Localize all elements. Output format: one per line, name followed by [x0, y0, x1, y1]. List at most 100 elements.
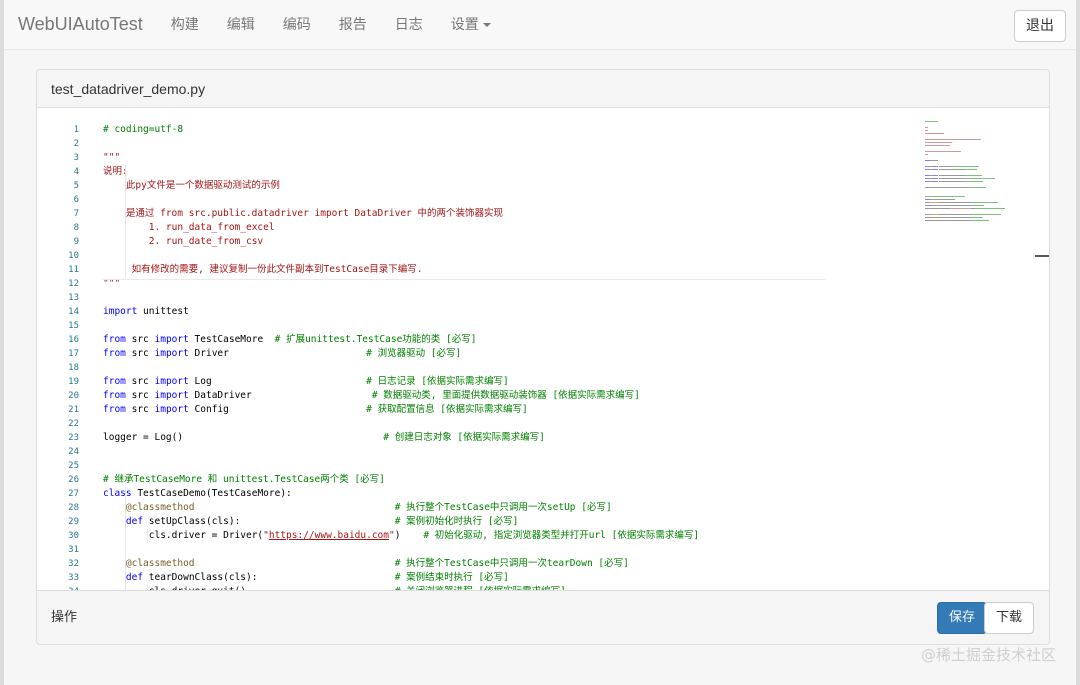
line-text: class TestCaseDemo(TestCaseMore):: [103, 487, 292, 501]
minimap-line: [930, 160, 939, 161]
code-token: 如有修改的需要, 建议复制一份此文件副本到TestCase目录下编写.: [103, 264, 423, 275]
nav-item-edit[interactable]: 编辑: [213, 0, 269, 50]
line-text: import unittest: [103, 305, 189, 319]
code-line[interactable]: 27 class TestCaseDemo(TestCaseMore):: [37, 487, 937, 501]
nav-item-settings[interactable]: 设置: [437, 0, 505, 50]
minimap-line: [928, 214, 940, 215]
code-line[interactable]: 29 def setUpClass(cls): # 案例初始化时执行 [必写]: [37, 515, 937, 529]
minimap-line: [970, 205, 985, 206]
minimap-line: [970, 214, 1001, 215]
nav-item-code[interactable]: 编码: [269, 0, 325, 50]
editor-minimap[interactable]: [925, 121, 1035, 241]
minimap-line: [952, 166, 979, 167]
line-number: 18: [68, 363, 79, 373]
code-line[interactable]: 3 """: [37, 151, 937, 165]
code-token: class: [103, 488, 132, 499]
code-line[interactable]: 24: [37, 445, 937, 459]
code-line[interactable]: 9 2. run_date_from_csv: [37, 235, 937, 249]
code-line[interactable]: 32 @classmethod # 执行整个TestCase中只调用一次tear…: [37, 557, 937, 571]
code-lines[interactable]: 1 # coding=utf-8 2 3 """ 4 说明: 5 此py文件是一个数据驱动测试…: [37, 123, 937, 592]
code-line[interactable]: 14 import unittest: [37, 305, 937, 319]
code-token: TestCaseMore: [188, 334, 275, 345]
code-editor[interactable]: 1 # coding=utf-8 2 3 """ 4 说明: 5 此py文件是一个数据驱动测试…: [37, 109, 1049, 592]
code-token: # 初始化驱动, 指定浏览器类型并打开url [依据实际需求编写]: [423, 530, 700, 541]
line-number: 15: [68, 321, 79, 331]
code-line[interactable]: 18: [37, 361, 937, 375]
code-line[interactable]: 2: [37, 137, 937, 151]
indent-guide: [125, 487, 126, 592]
minimap-line: [925, 151, 961, 152]
minimap-line: [938, 178, 968, 179]
minimap-line: [966, 169, 978, 170]
code-line[interactable]: 33 def tearDownClass(cls): # 案例结束时执行 [必写…: [37, 571, 937, 585]
code-line[interactable]: 6: [37, 193, 937, 207]
line-number: 3: [73, 153, 79, 163]
code-line[interactable]: 7 是通过 from src.public.datadriver import …: [37, 207, 937, 221]
line-text: @classmethod # 执行整个TestCase中只调用一次tearDow…: [103, 557, 629, 571]
code-line[interactable]: 23 logger = Log() # 创建日志对象 [依据实际需求编写]: [37, 431, 937, 445]
code-token: setUpClass(cls):: [143, 516, 395, 527]
nav-item-build[interactable]: 构建: [157, 0, 213, 50]
line-number: 13: [68, 293, 79, 303]
code-token: # coding=utf-8: [103, 124, 184, 135]
code-token: import: [103, 306, 138, 317]
line-number: 19: [68, 377, 79, 387]
minimap-line: [925, 154, 928, 155]
line-number: 28: [68, 503, 79, 513]
code-line[interactable]: 16 from src import TestCaseMore # 扩展unitt…: [37, 333, 937, 347]
code-line[interactable]: 21 from src import Config # 获取配置信息 [依据实际需…: [37, 403, 937, 417]
line-number: 25: [68, 461, 79, 471]
minimap-line: [925, 196, 965, 197]
scrollbar-marker[interactable]: [1035, 255, 1049, 257]
code-line[interactable]: 1 # coding=utf-8: [37, 123, 937, 137]
code-line[interactable]: 30 cls.driver = Driver("https://www.baid…: [37, 529, 937, 543]
nav-item-report[interactable]: 报告: [325, 0, 381, 50]
line-text: logger = Log() # 创建日志对象 [依据实际需求编写]: [103, 431, 545, 445]
code-token: # 案例初始化时执行 [必写]: [394, 516, 519, 527]
minimap-line: [925, 127, 928, 128]
code-line[interactable]: 19 from src import Log # 日志记录 [依据实际需求编写]: [37, 375, 937, 389]
code-line[interactable]: 13: [37, 291, 937, 305]
line-number: 16: [68, 335, 79, 345]
code-token: tearDownClass(cls):: [143, 572, 395, 583]
file-panel: test_datadriver_demo.py 1 # coding=utf-8 2…: [36, 69, 1050, 645]
code-line[interactable]: 11 如有修改的需要, 建议复制一份此文件副本到TestCase目录下编写.: [37, 263, 937, 277]
code-line[interactable]: 8 1. run_data_from_excel: [37, 221, 937, 235]
code-line[interactable]: 15: [37, 319, 937, 333]
code-token: import: [154, 348, 189, 359]
code-line[interactable]: 4 说明:: [37, 165, 937, 179]
code-line[interactable]: 22: [37, 417, 937, 431]
minimap-line: [938, 181, 967, 182]
brand-logo[interactable]: WebUIAutoTest: [18, 14, 143, 35]
minimap-line: [928, 202, 940, 203]
code-token: from: [103, 390, 126, 401]
code-line[interactable]: 10: [37, 249, 937, 263]
code-line[interactable]: 31: [37, 543, 937, 557]
minimap-line: [938, 166, 952, 167]
line-number: 14: [68, 307, 79, 317]
code-line[interactable]: 25: [37, 459, 937, 473]
minimap-line: [969, 187, 987, 188]
code-token: # 扩展unittest.TestCase功能的类 [必写]: [274, 334, 477, 345]
logout-button[interactable]: 退出: [1014, 10, 1066, 42]
watermark: @稀土掘金技术社区: [920, 646, 1056, 664]
line-text: from src import Log # 日志记录 [依据实际需求编写]: [103, 375, 509, 389]
nav-item-log[interactable]: 日志: [381, 0, 437, 50]
line-number: 29: [68, 517, 79, 527]
line-text: from src import TestCaseMore # 扩展unittes…: [103, 333, 476, 347]
code-token: @classmethod: [125, 502, 195, 513]
code-token: from: [103, 376, 126, 387]
code-line[interactable]: 5 此py文件是一个数据驱动测试的示例: [37, 179, 937, 193]
code-token: # 创建日志对象 [依据实际需求编写]: [383, 432, 545, 443]
line-number: 22: [68, 419, 79, 429]
minimap-line: [925, 139, 981, 140]
code-line[interactable]: 26 # 继承TestCaseMore 和 unittest.TestCase两个…: [37, 473, 937, 487]
code-line[interactable]: 17 from src import Driver # 浏览器驱动 [必写]: [37, 347, 937, 361]
download-button[interactable]: 下载: [983, 602, 1034, 634]
code-line[interactable]: 20 from src import DataDriver # 数据驱动类, 里面…: [37, 389, 937, 403]
code-line[interactable]: 28 @classmethod # 执行整个TestCase中只调用一次setU…: [37, 501, 937, 515]
save-button[interactable]: 保存: [936, 602, 987, 634]
